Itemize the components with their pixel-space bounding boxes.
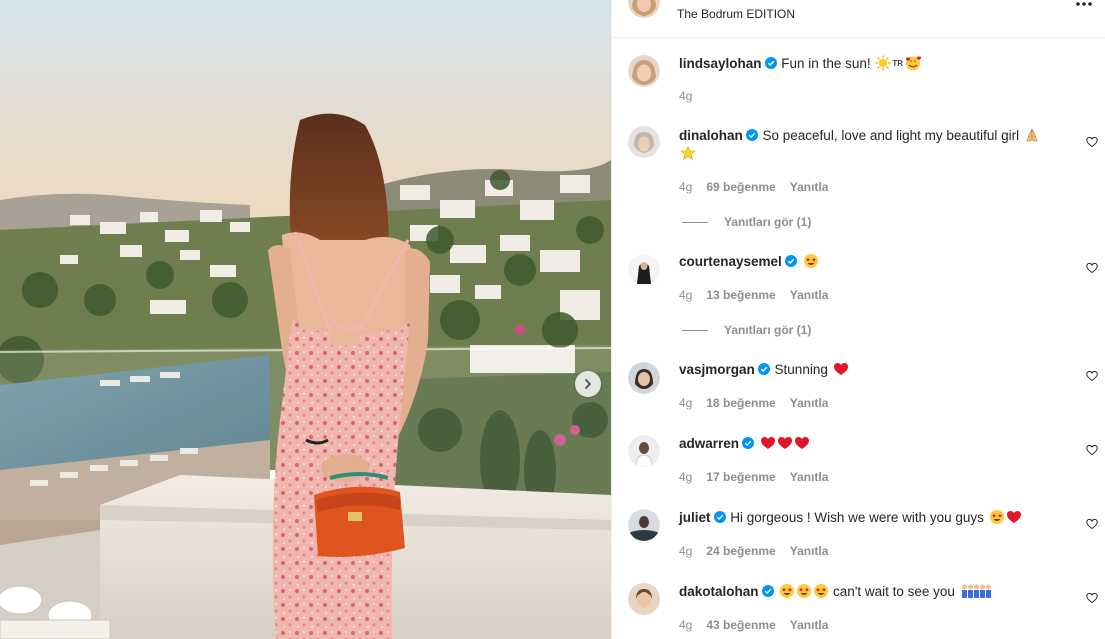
sun-emoji-icon [875,55,891,71]
post-location[interactable]: The Bodrum EDITION [677,7,795,21]
red-heart-emoji-icon [777,437,792,449]
comment: vasjmorgan Stunning [679,361,1079,379]
comments-panel: The Bodrum EDITION lindsaylohan Fun in t… [611,0,1105,639]
comment-likes[interactable]: 43 beğenme [706,618,775,632]
red-heart-emoji-icon [794,437,809,449]
comment: adwarren [679,435,1079,453]
comment-username[interactable]: lindsaylohan [679,56,762,71]
comment-meta: 4g [679,89,706,103]
like-heart-icon[interactable] [1086,592,1098,604]
comment: dakotalohan can't wait to see you [679,583,1079,601]
reply-button[interactable]: Yanıtla [790,618,829,632]
comment-username[interactable]: courtenaysemel [679,254,782,269]
verified-badge-icon [784,255,797,267]
comment-username[interactable]: dinalohan [679,128,743,143]
comment-age: 4g [679,288,693,302]
star-struck-emoji-icon [989,510,1004,524]
comment-username[interactable]: vasjmorgan [679,362,755,377]
verified-badge-icon [713,511,726,523]
smiling-hearts-emoji-icon [906,56,922,71]
comment-meta: 4g 69 beğenme Yanıtla [679,180,842,194]
comment-username[interactable]: adwarren [679,436,739,451]
comment-username[interactable]: dakotalohan [679,584,759,599]
reply-button[interactable]: Yanıtla [790,288,829,302]
comment-likes[interactable]: 24 beğenme [706,544,775,558]
avatar[interactable] [628,583,660,615]
flag-tr-label: TR [892,59,904,68]
star-struck-emoji-icon [797,584,812,598]
comment: juliet Hi gorgeous ! Wish we were with y… [679,509,1079,527]
comment-text: Fun in the sun! [781,56,875,71]
like-heart-icon[interactable] [1086,136,1098,148]
view-replies-button[interactable]: Yanıtları gör (1) [682,215,811,229]
comment-meta: 4g 13 beğenme Yanıtla [679,288,842,302]
post-header: The Bodrum EDITION [612,0,1105,38]
comment-text: Stunning [774,362,828,377]
reply-button[interactable]: Yanıtla [790,180,829,194]
star-struck-emoji-icon [780,584,795,598]
comment-meta: 4g 17 beğenme Yanıtla [679,470,842,484]
red-heart-emoji-icon [1006,511,1021,523]
comment-age: 4g [679,89,693,103]
comment-meta: 4g 43 beğenme Yanıtla [679,618,842,632]
star-emoji-icon [680,145,696,161]
like-heart-icon[interactable] [1086,262,1098,274]
chevron-right-icon [585,379,592,389]
comment-text: So peaceful, love and light my beautiful… [762,128,1020,143]
comment-age: 4g [679,544,693,558]
like-heart-icon[interactable] [1086,370,1098,382]
star-struck-emoji-icon [803,254,818,268]
comment-meta: 4g 24 beğenme Yanıtla [679,544,842,558]
avatar[interactable] [628,509,660,541]
avatar[interactable] [628,254,660,286]
comment-age: 4g [679,396,693,410]
reply-button[interactable]: Yanıtla [790,470,829,484]
comment-likes[interactable]: 17 beğenme [706,470,775,484]
post-photo[interactable] [0,0,611,639]
verified-badge-icon [761,585,774,597]
author-avatar[interactable] [628,0,660,18]
comment-likes[interactable]: 69 beğenme [706,180,775,194]
comment-text: can't wait to see you [833,584,955,599]
verified-badge-icon [742,437,755,449]
avatar[interactable] [628,362,660,394]
verified-badge-icon [745,129,758,141]
reply-button[interactable]: Yanıtla [790,544,829,558]
avatar[interactable] [628,435,660,467]
praying-hands-emoji-icon [1026,128,1038,142]
more-horizontal-icon[interactable] [1074,0,1094,10]
comment-meta: 4g 18 beğenme Yanıtla [679,396,842,410]
red-heart-emoji-icon [833,363,848,375]
comment-likes[interactable]: 18 beğenme [706,396,775,410]
comment-age: 4g [679,470,693,484]
avatar[interactable] [628,126,660,158]
star-struck-emoji-icon [814,584,829,598]
comment-age: 4g [679,180,693,194]
like-heart-icon[interactable] [1086,518,1098,530]
like-heart-icon[interactable] [1086,444,1098,456]
comment: dinalohan So peaceful, love and light my… [679,127,1079,163]
avatar[interactable] [628,55,660,87]
comment-text: Hi gorgeous ! Wish we were with you guys [730,510,984,525]
red-heart-emoji-icon [760,437,775,449]
couple-emoji-icon [961,584,991,598]
post-image [0,0,611,639]
verified-badge-icon [764,57,777,69]
carousel-next-button[interactable] [575,371,601,397]
view-replies-button[interactable]: Yanıtları gör (1) [682,323,811,337]
comment: courtenaysemel [679,253,1079,271]
verified-badge-icon [757,363,770,375]
reply-button[interactable]: Yanıtla [790,396,829,410]
comment-likes[interactable]: 13 beğenme [706,288,775,302]
caption: lindsaylohan Fun in the sun! TR [679,55,1079,73]
comment-username[interactable]: juliet [679,510,711,525]
comment-age: 4g [679,618,693,632]
